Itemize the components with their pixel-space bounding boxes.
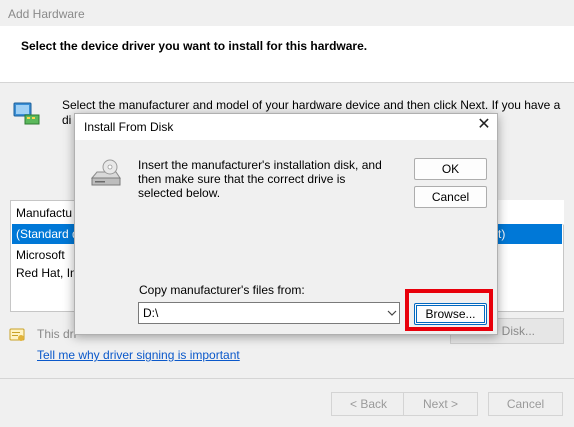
list-item[interactable]: Red Hat, In: [16, 266, 77, 280]
hardware-icon: [13, 102, 40, 125]
wizard-header-panel: [0, 26, 574, 82]
ok-button[interactable]: OK: [414, 158, 487, 180]
wizard-title: Add Hardware: [8, 7, 85, 21]
dialog-message: Insert the manufacturer's installation d…: [138, 158, 382, 200]
wizard-heading: Select the device driver you want to ins…: [21, 39, 368, 53]
browse-button[interactable]: Browse...: [414, 303, 487, 325]
wizard-cancel-button[interactable]: Cancel: [488, 392, 563, 416]
dialog-cancel-button[interactable]: Cancel: [414, 186, 487, 208]
dialog-title: Install From Disk: [84, 120, 174, 134]
list-item-label[interactable]: (Standard d: [16, 227, 79, 241]
next-button[interactable]: Next >: [403, 392, 478, 416]
manufacturer-list-header: Manufactu: [16, 206, 73, 220]
close-icon[interactable]: ✕: [475, 116, 493, 134]
header-divider: [0, 82, 574, 83]
driver-signing-link[interactable]: Tell me why driver signing is important: [37, 348, 240, 362]
driver-signing-icon: [9, 328, 25, 341]
path-value[interactable]: D:\: [143, 306, 158, 320]
driver-signing-text: This dri: [37, 327, 77, 341]
list-item[interactable]: Microsoft: [16, 248, 65, 262]
back-button[interactable]: < Back: [331, 392, 406, 416]
disk-drive-icon: [90, 159, 121, 186]
copy-from-label: Copy manufacturer's files from:: [139, 283, 305, 297]
chevron-down-icon[interactable]: [384, 302, 400, 324]
footer-divider: [0, 378, 574, 379]
model-item-label[interactable]: t): [498, 227, 505, 241]
path-combobox[interactable]: [138, 302, 400, 324]
